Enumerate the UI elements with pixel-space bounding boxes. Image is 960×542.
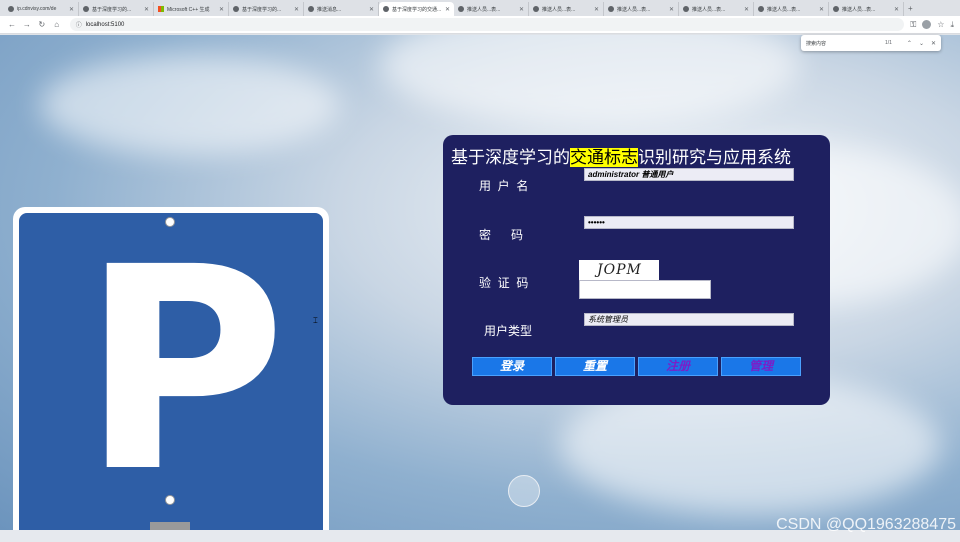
login-button[interactable]: 登录 <box>472 357 552 376</box>
tab-title: 基于深度学习的... <box>242 6 282 13</box>
register-button[interactable]: 注册 <box>638 357 718 376</box>
parking-sign-letter: P <box>81 208 287 530</box>
site-favicon-icon <box>233 6 239 12</box>
bolt-icon <box>165 217 175 227</box>
captcha-input[interactable] <box>579 280 711 299</box>
find-bar: 搜索内容 1/1 ⌃ ⌄ ✕ <box>801 35 941 51</box>
close-tab-icon[interactable]: ✕ <box>294 6 299 13</box>
title-text: 基于深度学习的 <box>451 148 570 167</box>
manage-button[interactable]: 管理 <box>721 357 801 376</box>
tab-title: 推送人员...表... <box>467 6 501 13</box>
site-favicon-icon <box>608 6 614 12</box>
browser-tab[interactable]: 推送人员...表... ✕ <box>679 2 754 16</box>
close-tab-icon[interactable]: ✕ <box>744 6 749 13</box>
find-input[interactable]: 搜索内容 <box>806 40 885 47</box>
back-arrow-icon[interactable]: ← <box>6 20 18 29</box>
tab-title: 推送人员...表... <box>692 6 726 13</box>
tab-title: 推送消息... <box>317 6 342 13</box>
browser-tab[interactable]: 推送人员...表... ✕ <box>529 2 604 16</box>
username-label: 用 户 名 <box>479 179 529 193</box>
find-count: 1/1 <box>884 40 892 46</box>
download-icon[interactable]: ⤓ <box>950 20 954 30</box>
browser-tab[interactable]: 推送人员...表... ✕ <box>604 2 679 16</box>
browser-tab[interactable]: 推送人员...表... ✕ <box>829 2 904 16</box>
browser-tab[interactable]: Microsoft C++ 生成 ✕ <box>154 2 229 16</box>
close-tab-icon[interactable]: ✕ <box>519 6 524 13</box>
cloud <box>40 55 340 155</box>
close-tab-icon[interactable]: ✕ <box>669 6 674 13</box>
site-favicon-icon <box>833 6 839 12</box>
find-prev-icon[interactable]: ⌃ <box>907 40 912 47</box>
site-favicon-icon <box>458 6 464 12</box>
captcha-label: 验 证 码 <box>479 276 529 290</box>
title-text: 识别研究与应用系统 <box>638 148 791 167</box>
tab-title: Microsoft C++ 生成 <box>167 6 210 13</box>
browser-tab[interactable]: 基于深度学习的... ✕ <box>79 2 154 16</box>
cloud <box>380 35 800 125</box>
password-field[interactable]: •••••• <box>584 216 794 229</box>
usertype-label: 用户类型 <box>484 324 533 338</box>
browser-tab-strip: ip.cdnvisy.com/de ✕ 基于深度学习的... ✕ Microsoft… <box>0 0 960 16</box>
close-tab-icon[interactable]: ✕ <box>144 6 149 13</box>
site-favicon-icon <box>758 6 764 12</box>
url-text: localhost:5100 <box>85 21 125 28</box>
address-bar[interactable]: ⓘ localhost:5100 <box>69 18 905 31</box>
tab-title: 基于深度学习的交通... <box>392 6 442 13</box>
browser-tab[interactable]: ip.cdnvisy.com/de ✕ <box>4 2 79 16</box>
tab-title: 推送人员...表... <box>842 6 876 13</box>
close-tab-icon[interactable]: ✕ <box>894 6 899 13</box>
captcha-image[interactable]: JOPM <box>579 260 659 280</box>
site-favicon-icon <box>8 6 14 12</box>
site-favicon-icon <box>383 6 389 12</box>
browser-tab[interactable]: 推送消息... ✕ <box>304 2 379 16</box>
reload-icon[interactable]: ↻ <box>36 20 48 29</box>
close-tab-icon[interactable]: ✕ <box>594 6 599 13</box>
site-favicon-icon <box>533 6 539 12</box>
microsoft-logo-icon <box>158 6 164 12</box>
forward-arrow-icon[interactable]: → <box>21 20 33 29</box>
parking-sign-face: P <box>19 213 323 530</box>
tab-title: ip.cdnvisy.com/de <box>17 6 57 12</box>
close-tab-icon[interactable]: ✕ <box>369 6 374 13</box>
close-icon[interactable]: ✕ <box>931 40 936 47</box>
password-label: 密 码 <box>479 228 524 242</box>
tab-title: 推送人员...表... <box>767 6 801 13</box>
bolt-icon <box>165 495 175 505</box>
find-next-icon[interactable]: ⌄ <box>919 40 924 47</box>
tab-title: 基于深度学习的... <box>92 6 132 13</box>
scroll-indicator[interactable] <box>508 475 540 507</box>
title-highlight: 交通标志 <box>570 148 638 167</box>
usertype-select[interactable]: 系统管理员 <box>584 313 794 326</box>
browser-tab[interactable]: 推送人员...表... ✕ <box>754 2 829 16</box>
close-tab-icon[interactable]: ✕ <box>69 6 74 13</box>
mouse-cursor-icon: ⌶ <box>313 316 318 325</box>
parking-sign: P <box>13 207 329 530</box>
new-tab-button[interactable]: + <box>908 2 913 16</box>
tab-title: 推送人员...表... <box>617 6 651 13</box>
close-tab-icon[interactable]: ✕ <box>445 6 450 13</box>
reset-button[interactable]: 重置 <box>555 357 635 376</box>
key-icon[interactable]: ⚿ <box>910 20 916 30</box>
browser-tab[interactable]: 基于深度学习的... ✕ <box>229 2 304 16</box>
login-panel: 基于深度学习的交通标志识别研究与应用系统 用 户 名 administrator… <box>443 135 830 405</box>
tab-title: 推送人员...表... <box>542 6 576 13</box>
site-favicon-icon <box>83 6 89 12</box>
avatar[interactable] <box>922 20 932 29</box>
browser-toolbar: ← → ↻ ⌂ ⓘ localhost:5100 ⚿ ☆ ⤓ <box>0 16 960 34</box>
close-tab-icon[interactable]: ✕ <box>819 6 824 13</box>
site-info-icon[interactable]: ⓘ <box>76 20 82 29</box>
watermark: CSDN @QQ1963288475 <box>776 516 956 533</box>
browser-tab-active[interactable]: 基于深度学习的交通... ✕ <box>379 2 454 16</box>
bookmark-star-icon[interactable]: ☆ <box>937 20 944 29</box>
close-tab-icon[interactable]: ✕ <box>219 6 224 13</box>
page-title: 基于深度学习的交通标志识别研究与应用系统 <box>451 143 791 168</box>
browser-tab[interactable]: 推送人员...表... ✕ <box>454 2 529 16</box>
username-field[interactable]: administrator 普通用户 <box>584 168 794 181</box>
site-favicon-icon <box>308 6 314 12</box>
home-icon[interactable]: ⌂ <box>51 20 63 29</box>
site-favicon-icon <box>683 6 689 12</box>
